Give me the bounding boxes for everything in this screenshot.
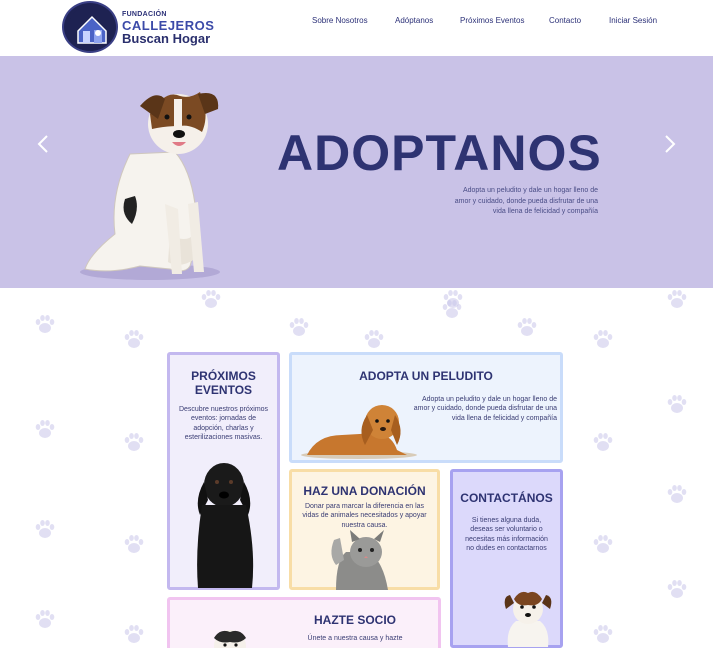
- paw-print-icon: [35, 315, 55, 333]
- chevron-left-icon[interactable]: [37, 134, 49, 158]
- nav-iniciar-sesion[interactable]: Iniciar Sesión: [609, 16, 657, 25]
- main-nav: Sobre Nosotros Adóptanos Próximos Evento…: [0, 16, 713, 30]
- brand-line3: Buscan Hogar: [122, 31, 211, 46]
- paw-print-icon: [35, 520, 55, 538]
- card-adopta[interactable]: ADOPTA UN PELUDITO Adopta un peludito y …: [289, 352, 563, 463]
- paw-print-icon: [667, 580, 687, 598]
- card-adopta-text: Adopta un peludito y dale un hogar lleno…: [413, 396, 557, 422]
- paw-print-icon: [593, 330, 613, 348]
- paw-print-icon: [124, 330, 144, 348]
- paw-print-icon: [364, 330, 384, 348]
- nav-proximos-eventos[interactable]: Próximos Eventos: [460, 16, 524, 25]
- card-proximos-eventos[interactable]: PRÓXIMOS EVENTOS Descubre nuestros próxi…: [167, 352, 280, 590]
- chevron-right-icon[interactable]: [664, 134, 676, 158]
- site-header: FUNDACIÓN CALLEJEROS Buscan Hogar Sobre …: [0, 0, 713, 56]
- paw-print-icon: [289, 318, 309, 336]
- paw-print-icon: [593, 625, 613, 643]
- paw-print-icon: [593, 535, 613, 553]
- card-contacto-text: Si tienes alguna duda, deseas ser volunt…: [465, 517, 548, 553]
- card-socio-title: HAZTE SOCIO: [313, 613, 396, 627]
- dog-photo: [80, 92, 220, 280]
- paw-print-icon: [35, 420, 55, 438]
- card-hazte-socio[interactable]: HAZTE SOCIO Únete a nuestra causa y hazt…: [167, 597, 441, 648]
- card-eventos-title: PRÓXIMOS EVENTOS: [191, 369, 256, 397]
- card-donacion-text: Donar para marcar la diferencia en las v…: [302, 503, 427, 529]
- black-dog-photo: [197, 463, 254, 588]
- card-eventos-text: Descubre nuestros próximos eventos: jorn…: [178, 406, 269, 442]
- paw-print-icon: [124, 625, 144, 643]
- golden-puppy-photo: [301, 405, 417, 459]
- nav-contacto[interactable]: Contacto: [549, 16, 581, 25]
- paw-print-icon: [667, 395, 687, 413]
- paw-print-icon: [593, 433, 613, 451]
- content-section: PRÓXIMOS EVENTOS Descubre nuestros próxi…: [0, 288, 713, 648]
- paw-print-icon: [442, 300, 462, 318]
- hero-title: ADOPTANOS: [277, 125, 602, 181]
- paw-print-icon: [124, 433, 144, 451]
- terrier-puppy-photo: [504, 591, 552, 647]
- paw-print-icon: [35, 610, 55, 628]
- hero-description: Adopta un peludito y dale un hogar lleno…: [454, 187, 598, 215]
- card-socio-text: Únete a nuestra causa y hazte: [307, 635, 403, 642]
- card-contactanos[interactable]: CONTACTÁNOS Si tienes alguna duda, desea…: [450, 469, 563, 648]
- card-contacto-title: CONTACTÁNOS: [460, 491, 553, 505]
- puppy-photo: [214, 630, 246, 648]
- paw-print-icon: [667, 485, 687, 503]
- kitten-photo: [331, 530, 388, 590]
- paw-print-icon: [124, 535, 144, 553]
- card-adopta-title: ADOPTA UN PELUDITO: [359, 369, 493, 383]
- hero-banner: ADOPTANOS Adopta un peludito y dale un h…: [0, 56, 713, 288]
- paw-print-icon: [667, 290, 687, 308]
- nav-adoptanos[interactable]: Adóptanos: [395, 16, 433, 25]
- card-donacion-title: HAZ UNA DONACIÓN: [303, 484, 426, 498]
- paw-print-icon: [517, 318, 537, 336]
- nav-sobre-nosotros[interactable]: Sobre Nosotros: [312, 16, 368, 25]
- card-donacion[interactable]: HAZ UNA DONACIÓN Donar para marcar la di…: [289, 469, 440, 590]
- paw-print-icon: [201, 290, 221, 308]
